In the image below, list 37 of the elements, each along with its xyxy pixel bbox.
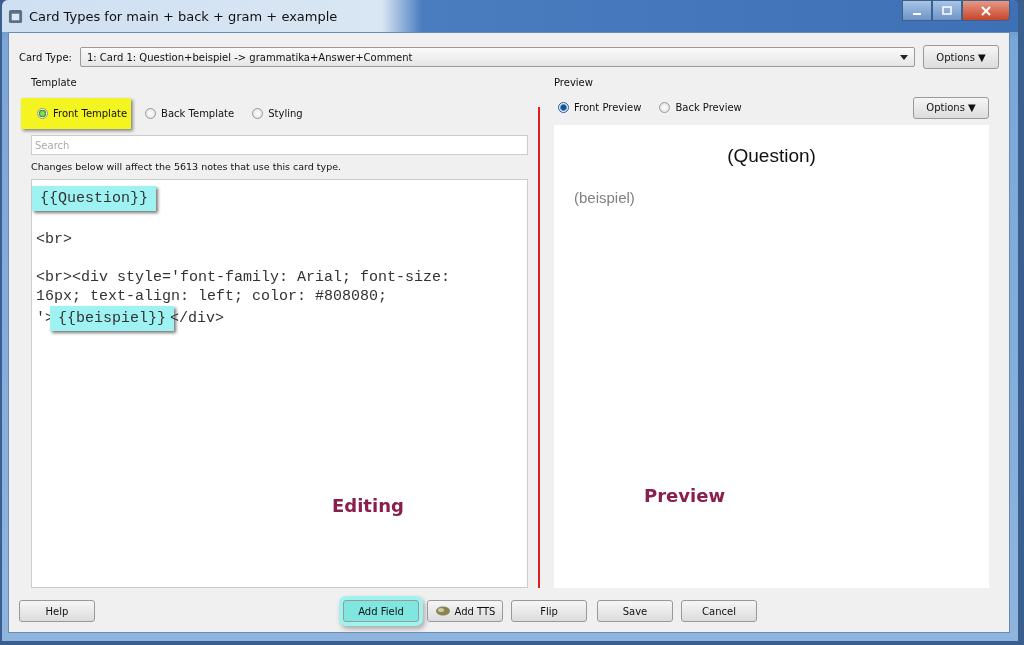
radio-button[interactable] xyxy=(558,102,569,113)
radio-label[interactable]: Front Preview xyxy=(574,102,642,113)
template-radio[interactable]: Front Template xyxy=(21,98,132,129)
window-title: Card Types for main + back + gram + example xyxy=(29,8,338,24)
code-line: <br><div style='font-family: Arial; font-size: xyxy=(36,268,452,287)
close-button[interactable] xyxy=(962,0,1010,21)
radio-button[interactable] xyxy=(659,102,671,113)
card-type-dropdown[interactable]: 1: Card 1: Question+beispiel -> grammatika+Answer+Comment xyxy=(79,47,915,67)
options-button[interactable]: Options ▼ xyxy=(923,45,999,69)
code-line: <br> xyxy=(36,230,73,249)
dialog-button[interactable]: Save xyxy=(597,600,673,622)
code-line: 16px; text-align: left; color: #808080; xyxy=(36,287,389,306)
options-button[interactable]: Options ▼ xyxy=(913,96,989,119)
template-group-title: Template xyxy=(31,77,78,88)
card-type-label: Card Type: xyxy=(19,51,72,63)
template-radio[interactable]: Back Template xyxy=(141,98,239,129)
maximize-icon xyxy=(941,4,953,17)
app-icon xyxy=(8,8,23,24)
close-icon xyxy=(980,4,992,17)
annotation-label: Preview xyxy=(644,485,726,506)
dropdown-caret-icon xyxy=(900,54,908,60)
preview-group-title: Preview xyxy=(554,77,594,88)
radio-label[interactable]: Back Preview xyxy=(675,102,742,113)
search-field[interactable]: Search xyxy=(31,135,528,155)
minimize-icon xyxy=(913,12,921,15)
dialog-button[interactable]: Add TTS xyxy=(427,600,503,622)
example-text: (beispiel) xyxy=(574,189,636,206)
template-radio[interactable]: Styling xyxy=(248,98,307,129)
dialog-button[interactable]: Help xyxy=(19,600,95,622)
annotation-label: Editing xyxy=(332,495,404,516)
maximize-button[interactable] xyxy=(932,0,962,21)
dialog-button[interactable]: Flip xyxy=(511,600,587,622)
question-text: (Question) xyxy=(726,145,817,167)
minimize-button[interactable] xyxy=(902,0,932,21)
dialog-button[interactable]: Cancel xyxy=(681,600,757,622)
speaker-icon xyxy=(434,605,451,617)
notice-text: Changes below will affect the 5613 notes that use this card type. xyxy=(31,161,343,172)
